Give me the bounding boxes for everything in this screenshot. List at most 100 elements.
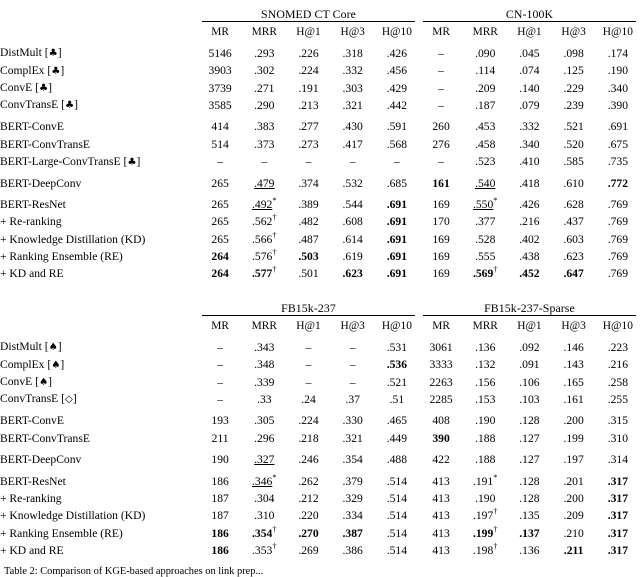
table-cell: – [198,336,242,354]
cell-value: .769 [607,197,628,211]
table-cell: .51 [375,388,419,406]
cell-value: .201 [563,474,584,488]
table-cell: .550* [463,193,507,210]
cell-value: .343 [254,340,275,354]
cell-value: .555 [475,250,496,264]
cell-value: .623 [563,250,584,264]
table-cell: 193 [198,410,242,427]
cell-value: .735 [607,155,628,169]
cell-value: 211 [211,431,229,445]
table-cell: 265 [198,211,242,228]
table-cell: .216 [507,211,551,228]
table-cell: .156 [463,371,507,388]
table-cell: 265 [198,193,242,211]
table-cell: .492* [242,193,286,210]
table-cell: .402 [507,228,551,245]
cell-value: .769 [607,215,628,229]
column-header: MRR [251,319,277,332]
cell-value: .224 [298,414,319,428]
cell-value: 186 [211,474,229,488]
cell-value: .410 [519,155,540,169]
citation-suit-icon: [♠] [32,375,52,389]
cell-value: – [438,98,444,112]
cell-value: .514 [386,474,408,488]
row-label-text: DistMult [0,340,42,354]
cell-value: .146 [563,340,584,354]
cell-value: .327 [254,453,275,467]
cell-value: .339 [254,375,275,389]
significance-marker: † [272,264,277,275]
cell-value: .346 [252,474,273,488]
row-label-text: + Re-ranking [0,215,62,229]
cell-value: .212 [298,492,319,505]
table-cell: .343 [242,336,286,354]
cell-value: .544 [342,197,363,211]
table-row: ComplEx [♣] 3903 .302 .224 .332 .456 – .114 .074… [0,59,640,76]
significance-marker: † [272,247,277,258]
table-cell: 3585 [198,94,242,112]
table-cell: .135 [507,505,551,522]
cell-value: .315 [607,414,628,428]
cell-value: .550 [472,197,494,211]
cell-value: .374 [298,176,319,190]
citation-suit-icon: [♣] [120,154,141,168]
column-header: H@10 [381,25,412,38]
row-label: + Ranking Ensemble (RE) [0,245,198,263]
table-cell: .610 [552,172,596,189]
cell-value: .310 [607,431,628,445]
cell-value: .293 [254,46,275,60]
cell-value: .452 [519,267,540,281]
table-cell: .482 [286,211,330,228]
cell-value: .246 [298,453,319,467]
cell-value: 413 [432,492,450,505]
table-cell: .521 [552,116,596,133]
row-label: BERT-ConvE [0,410,198,427]
cell-value: .314 [607,453,628,467]
table-cell: .165 [552,371,596,388]
cell-value: .079 [519,98,540,112]
row-label-text: + Re-ranking [0,492,62,505]
cell-value: 193 [211,414,229,428]
table-row: + Knowledge Distillation (KD) 265 .566† .48… [0,228,640,245]
table-cell: .190 [463,487,507,505]
row-label-text: BERT-ConvTransE [0,137,90,151]
spacer [0,22,198,38]
table-cell: .33 [242,388,286,406]
cell-value: .270 [298,526,319,540]
row-label: + Knowledge Distillation (KD) [0,505,198,522]
group-header-row: SNOMED CT Core CN-100K [0,4,640,21]
table-cell: – [198,388,242,406]
group-header-row: FB15k-237 FB15k-237-Sparse [0,298,640,315]
table-cell: .079 [507,94,551,112]
cell-value: – [349,340,356,354]
row-label-text: BERT-ConvTransE [0,431,90,445]
cell-value: .577 [252,267,273,281]
table-cell: .191 [286,77,330,94]
row-label: BERT-ConvTransE [0,133,198,150]
row-label-text: BERT-ConvE [0,120,64,134]
cell-value: .769 [607,267,628,281]
cell-value: .045 [519,46,540,60]
column-header: H@3 [340,319,365,332]
column-header: MR [432,319,450,332]
cell-value: .216 [607,358,628,372]
cell-value: 3061 [429,340,453,354]
table-cell: .772 [596,172,640,189]
cell-value: .769 [607,232,628,246]
table-row: ConvE [♠] – .339 – – .521 2263 .156 .106 .165 .258 [0,371,640,388]
cell-value: .190 [475,492,496,505]
table-cell: 3903 [198,59,242,77]
cell-value: .187 [475,98,496,112]
table-row: + Knowledge Distillation (KD) 187 .310 .220… [0,505,640,522]
table-cell: 265 [198,172,242,189]
cell-value: .402 [519,232,540,246]
table-cell: .691 [375,245,419,263]
table-cell: .218 [286,427,330,445]
table-cell: .487 [286,228,330,245]
cell-value: 276 [432,137,450,151]
table-cell: .091 [507,353,551,371]
cell-value: .383 [254,120,275,134]
table-cell: .317 [596,470,640,487]
cell-value: .262 [298,474,319,488]
table-cell: .199 [552,427,596,445]
